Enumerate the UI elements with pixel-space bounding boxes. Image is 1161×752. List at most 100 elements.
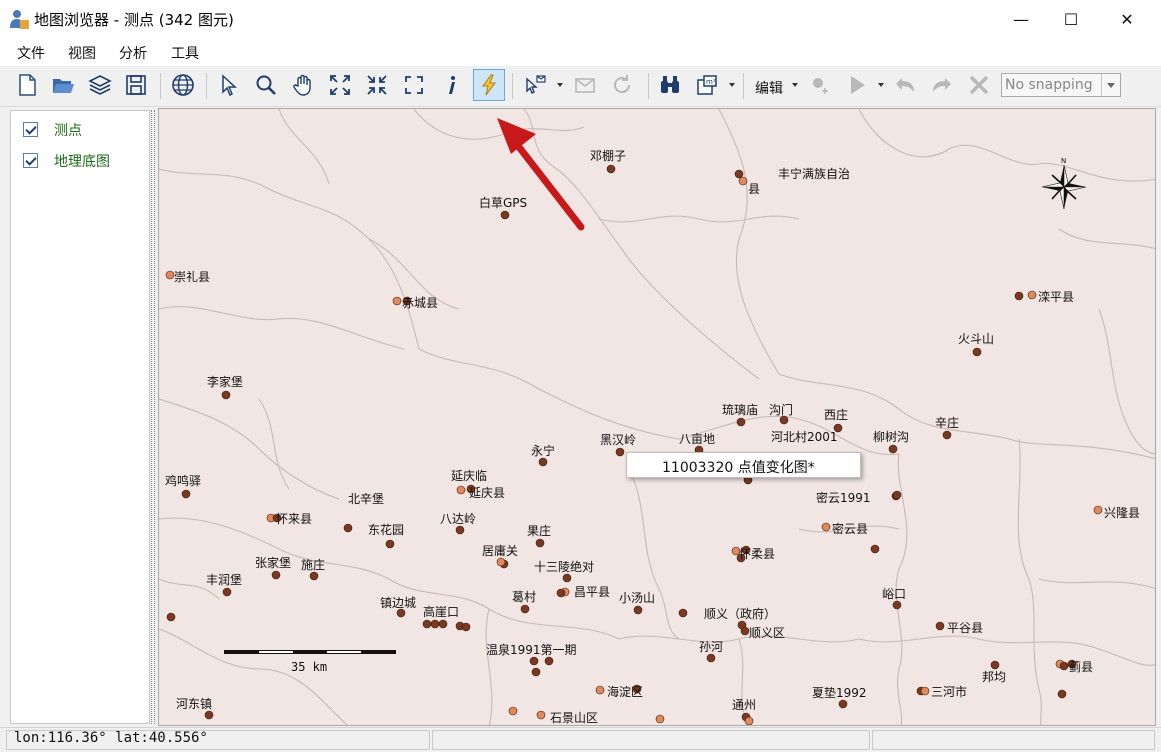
map-point[interactable] [385,539,395,549]
map-point[interactable] [633,605,643,615]
panel-splitter[interactable] [151,110,155,724]
map-point[interactable] [165,270,175,280]
pan-hand-icon[interactable] [288,70,318,100]
map-point[interactable] [496,557,506,567]
layer-checkbox-points[interactable] [23,122,38,137]
globe-icon[interactable] [168,70,198,100]
undo-icon[interactable] [890,70,920,100]
close-button[interactable]: ✕ [1104,0,1150,38]
edit-menu-button[interactable]: 编辑 [755,78,783,98]
zoom-full-icon[interactable] [325,70,355,100]
map-point[interactable] [456,485,466,495]
map-point[interactable] [678,608,688,618]
mail-icon[interactable] [570,70,600,100]
map-point[interactable] [935,621,945,631]
menu-view[interactable]: 视图 [68,43,96,63]
map-point[interactable] [556,588,566,598]
map-point[interactable] [888,444,898,454]
map-point[interactable] [430,619,440,629]
zoom-in-icon[interactable] [362,70,392,100]
snapping-dropdown-button[interactable] [1101,74,1120,96]
map-point[interactable] [455,525,465,535]
map-point[interactable] [744,716,754,725]
map-point[interactable] [535,538,545,548]
select-arrow-icon[interactable] [214,70,244,100]
add-point-icon[interactable] [805,70,835,100]
menu-tools[interactable]: 工具 [171,43,199,63]
map-point[interactable] [166,612,176,622]
map-point[interactable] [562,573,572,583]
binoculars-icon[interactable] [655,70,685,100]
play-icon[interactable] [842,70,872,100]
map-point[interactable] [838,699,848,709]
layers-icon[interactable] [85,70,115,100]
map-point[interactable] [422,619,432,629]
map-point[interactable] [892,600,902,610]
map-point[interactable] [892,490,902,500]
map-point[interactable] [531,667,541,677]
map-point[interactable] [343,523,353,533]
map-point[interactable] [271,570,281,580]
redo-icon[interactable] [927,70,957,100]
map-point[interactable] [1057,689,1067,699]
save-icon[interactable] [121,70,151,100]
map-point[interactable] [738,176,748,186]
map-point[interactable] [500,210,510,220]
select-tool-icon[interactable] [520,70,550,100]
delete-icon[interactable] [964,70,994,100]
map-point[interactable] [706,653,716,663]
lightning-icon[interactable] [473,69,505,101]
map-point[interactable] [920,686,930,696]
map-canvas[interactable]: 邓棚子 丰宁满族自治县白草GPS 崇礼县 赤城县 滦平县 火斗山 李家堡 琉璃庙 沟门 西庄 辛庄柳… [158,108,1156,726]
map-point[interactable] [1014,291,1024,301]
open-folder-icon[interactable] [48,70,78,100]
map-point[interactable] [595,685,605,695]
minimize-button[interactable]: — [998,0,1044,38]
map-point[interactable] [520,604,530,614]
map-point[interactable] [1059,661,1069,671]
map-point[interactable] [740,626,750,636]
identify-info-icon[interactable] [436,70,466,100]
chart-popup[interactable]: 11003320 点值变化图* [626,452,861,478]
map-point[interactable] [438,619,448,629]
map-point[interactable] [461,622,471,632]
map-point[interactable] [181,489,191,499]
refresh-icon[interactable] [607,70,637,100]
map-label: 怀柔县 [739,547,775,561]
map-point[interactable] [309,571,319,581]
zoom-icon[interactable] [251,70,281,100]
map-point[interactable] [221,390,231,400]
menu-analysis[interactable]: 分析 [119,43,147,63]
zoom-extent-icon[interactable] [399,70,429,100]
map-point[interactable] [870,544,880,554]
snapping-select[interactable]: No snapping [1001,73,1121,97]
map-point[interactable] [544,656,554,666]
map-point[interactable] [655,714,665,724]
map-point[interactable] [222,587,232,597]
map-point[interactable] [1093,505,1103,515]
map-label: 海淀区 [607,684,643,699]
map-point[interactable] [734,169,744,179]
map-point[interactable] [990,660,1000,670]
map-point[interactable] [529,656,539,666]
map-point[interactable] [972,347,982,357]
map-point[interactable] [606,164,616,174]
map-point[interactable] [779,415,789,425]
new-file-icon[interactable] [12,70,42,100]
menu-file[interactable]: 文件 [17,43,45,63]
map-point[interactable] [736,417,746,427]
layer-checkbox-basemap[interactable] [23,153,38,168]
map-label: 李家堡 [207,374,243,389]
map-point[interactable] [536,710,546,720]
map-point[interactable] [615,447,625,457]
map-point[interactable] [942,430,952,440]
map-point[interactable] [204,710,214,720]
measure-icon[interactable]: m² [692,70,722,100]
map-point[interactable] [508,706,518,716]
map-point[interactable] [821,522,831,532]
map-point[interactable] [1027,290,1037,300]
map-point[interactable] [538,457,548,467]
map-point[interactable] [392,296,402,306]
map-point[interactable] [396,608,406,618]
maximize-button[interactable]: ☐ [1048,0,1094,38]
